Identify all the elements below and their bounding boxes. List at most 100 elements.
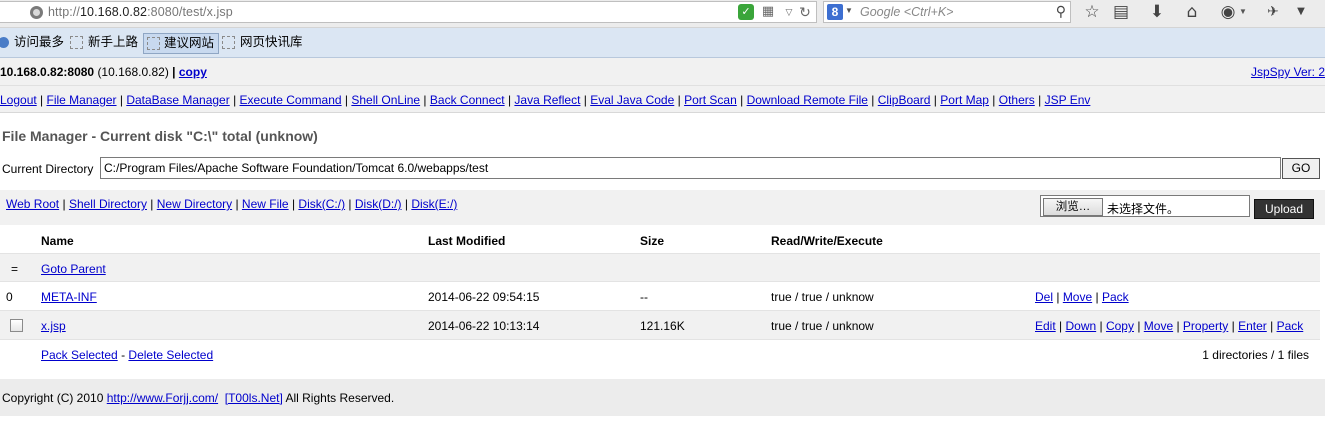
shell-directory-link[interactable]: Shell Directory [69,197,147,211]
action-down-link[interactable]: Down [1065,319,1096,333]
table-row: x.jsp 2014-06-22 10:13:14 121.16K true /… [0,311,1320,340]
home-icon[interactable]: ⌂ [1181,1,1203,23]
search-engine-icon[interactable]: 8 [827,4,843,20]
directory-tool-links: Web Root | Shell Directory | New Directo… [6,197,458,211]
parent-marker: = [11,262,19,276]
host-address: 10.168.0.82:8080 [0,65,95,79]
file-size: 121.16K [640,319,685,333]
nav-shell-online[interactable]: Shell OnLine [351,93,420,107]
action-property-link[interactable]: Property [1183,319,1228,333]
security-caret-icon[interactable]: ▼ [1239,7,1247,16]
search-icon[interactable]: ⚲ [1056,3,1066,20]
action-copy-link[interactable]: Copy [1106,319,1134,333]
globe-icon [30,6,43,19]
disk-d-link[interactable]: Disk(D:/) [355,197,402,211]
nav-java-reflect[interactable]: Java Reflect [514,93,580,107]
bookmark-star-icon[interactable]: ☆ [1081,1,1103,23]
bookmarks-list-icon[interactable]: ▤ [1110,1,1132,23]
file-name-link[interactable]: x.jsp [41,319,66,333]
bookmark-label: 网页快讯库 [240,35,303,49]
bookmark-label: 新手上路 [88,35,139,49]
nav-links: Logout | File Manager | DataBase Manager… [0,93,1091,107]
url-prefix: http:// [48,5,80,19]
footer: Copyright (C) 2010 http://www.Forjj.com/… [0,379,1325,416]
bulk-separator: - [121,348,126,362]
nav-port-map[interactable]: Port Map [940,93,989,107]
web-root-link[interactable]: Web Root [6,197,59,211]
new-file-link[interactable]: New File [242,197,289,211]
forjj-site-link[interactable]: http://www.Forjj.com/ [107,391,218,405]
nav-jsp-env[interactable]: JSP Env [1045,93,1091,107]
file-modified: 2014-06-22 09:54:15 [428,290,540,304]
action-pack-link[interactable]: Pack [1277,319,1304,333]
action-edit-link[interactable]: Edit [1035,319,1056,333]
delete-selected-link[interactable]: Delete Selected [128,348,213,362]
chevron-down-icon[interactable]: ▽ [781,4,797,20]
browse-button[interactable]: 浏览… [1043,198,1103,216]
action-del-link[interactable]: Del [1035,290,1053,304]
search-engine-caret-icon[interactable]: ▼ [845,6,853,15]
file-select-checkbox[interactable] [10,319,23,332]
reload-icon[interactable]: ↻ [797,4,813,20]
nav-eval-java-code[interactable]: Eval Java Code [590,93,674,107]
url-bar[interactable]: http://10.168.0.82:8080/test/x.jsp ✓ ▦ ▽… [0,1,817,23]
copyright: Copyright (C) 2010 http://www.Forjj.com/… [2,391,394,405]
nav-execute-command[interactable]: Execute Command [240,93,342,107]
extension-icon[interactable]: ✈ [1262,1,1284,23]
pack-selected-link[interactable]: Pack Selected [41,348,118,362]
nav-others[interactable]: Others [999,93,1035,107]
version-link[interactable]: JspSpy Ver: 2 [1251,65,1325,79]
file-status: 未选择文件。 [1107,202,1180,216]
security-shield-icon[interactable]: ◉ [1217,1,1239,23]
nav-clipboard[interactable]: ClipBoard [878,93,931,107]
nav-port-scan[interactable]: Port Scan [684,93,737,107]
file-permissions: true / true / unknow [771,319,874,333]
action-move-link[interactable]: Move [1063,290,1092,304]
url-text[interactable]: http://10.168.0.82:8080/test/x.jsp [48,5,233,19]
nav-file-manager[interactable]: File Manager [47,93,117,107]
file-upload-input[interactable]: 浏览… 未选择文件。 [1040,195,1250,217]
t00ls-site-link[interactable]: [T00ls.Net] [225,391,283,405]
search-bar[interactable]: 8 ▼ Google <Ctrl+K> ⚲ [823,1,1071,23]
table-header: Name Last Modified Size Read/Write/Execu… [0,226,1320,254]
main-nav: Logout | File Manager | DataBase Manager… [0,86,1325,113]
row-actions: Del | Move | Pack [1035,290,1129,304]
bookmark-suggested-sites[interactable]: 建议网站 [143,33,220,54]
column-header-size: Size [640,234,665,248]
file-permissions: true / true / unknow [771,290,874,304]
qr-code-icon[interactable]: ▦ [760,4,776,20]
column-header-last-modified: Last Modified [428,234,506,248]
bulk-actions: Pack Selected - Delete Selected [41,348,213,362]
upload-button[interactable]: Upload [1254,199,1314,219]
goto-parent-link[interactable]: Goto Parent [41,262,106,276]
bookmark-getting-started[interactable]: 新手上路 [70,33,138,54]
column-header-rwe: Read/Write/Execute [771,234,883,248]
current-directory-input[interactable] [100,157,1281,179]
nav-logout[interactable]: Logout [0,93,37,107]
go-button[interactable]: GO [1282,158,1320,179]
bookmark-most-visited[interactable]: 访问最多 [0,33,64,54]
copyright-text: Copyright (C) 2010 [2,391,104,405]
action-pack-link[interactable]: Pack [1102,290,1129,304]
search-placeholder[interactable]: Google <Ctrl+K> [860,5,953,19]
page-placeholder-icon [222,36,235,49]
table-row: 0 META-INF 2014-06-22 09:54:15 -- true /… [0,282,1320,311]
shield-check-icon[interactable]: ✓ [738,4,754,20]
bookmark-web-slice-gallery[interactable]: 网页快讯库 [222,33,303,54]
menu-chevron-down-icon[interactable]: ▼ [1290,1,1312,23]
url-path: :8080/test/x.jsp [147,5,233,19]
nav-database-manager[interactable]: DataBase Manager [126,93,229,107]
action-enter-link[interactable]: Enter [1238,319,1267,333]
disk-c-link[interactable]: Disk(C:/) [298,197,345,211]
nav-download-remote-file[interactable]: Download Remote File [747,93,868,107]
file-size: -- [640,290,648,304]
directory-tools-bar: Web Root | Shell Directory | New Directo… [0,190,1325,225]
file-name-link[interactable]: META-INF [41,290,97,304]
nav-back-connect[interactable]: Back Connect [430,93,505,107]
copy-link[interactable]: copy [179,65,207,79]
most-visited-icon [0,37,9,48]
new-directory-link[interactable]: New Directory [157,197,232,211]
download-icon[interactable]: ⬇ [1146,1,1168,23]
disk-e-link[interactable]: Disk(E:/) [411,197,457,211]
action-move-link[interactable]: Move [1144,319,1173,333]
